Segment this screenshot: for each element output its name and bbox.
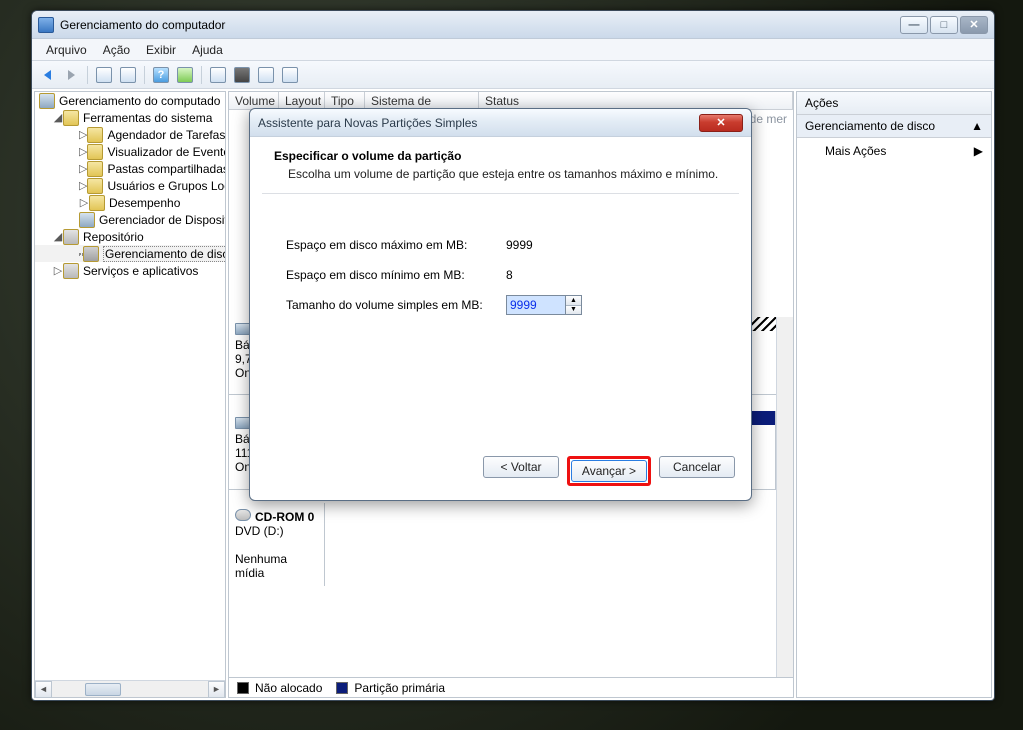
actions-pane: Ações Gerenciamento de disco▲ Mais Ações… [796,91,992,698]
users-icon [87,178,103,194]
tb-help-icon[interactable]: ? [150,64,172,86]
submenu-arrow-icon: ▶ [974,144,983,158]
col-layout[interactable]: Layout [279,92,325,109]
tree-scheduler[interactable]: Agendador de Tarefas [107,128,225,142]
tb-console-icon[interactable] [93,64,115,86]
legend-primary: Partição primária [354,681,445,695]
nav-back-button[interactable] [36,64,58,86]
actions-more[interactable]: Mais Ações▶ [797,138,991,164]
tb-view3-icon[interactable] [255,64,277,86]
performance-icon [89,195,105,211]
tree-pane[interactable]: Gerenciamento do computado ◢ Ferramentas … [34,91,226,698]
actions-section[interactable]: Gerenciamento de disco▲ [797,115,991,138]
menu-ajuda[interactable]: Ajuda [184,41,231,59]
legend-unallocated: Não alocado [255,681,322,695]
close-button[interactable]: ✕ [960,16,988,34]
devicemgr-icon [79,212,95,228]
spinner-up-icon[interactable]: ▲ [566,296,581,306]
max-space-value: 9999 [506,238,533,252]
scheduler-icon [87,127,103,143]
scroll-thumb[interactable] [85,683,121,696]
min-space-label: Espaço em disco mínimo em MB: [286,268,506,282]
expand-icon[interactable]: ▷ [79,145,87,158]
cdrom-empty[interactable] [325,503,776,586]
col-tipo[interactable]: Tipo [325,92,365,109]
tb-view4-icon[interactable] [279,64,301,86]
diskmgmt-icon [83,246,99,262]
col-fs[interactable]: Sistema de arquivos [365,92,479,109]
minimize-button[interactable]: — [900,16,928,34]
expand-icon[interactable]: ▷ [79,162,87,175]
eventviewer-icon [87,144,103,160]
spinner-down-icon[interactable]: ▼ [566,306,581,315]
expand-icon[interactable]: ▷ [79,196,89,209]
tree-root[interactable]: Gerenciamento do computado [59,94,220,108]
expand-icon[interactable]: ▷ [53,264,63,277]
tb-refresh-icon[interactable] [174,64,196,86]
dialog-heading: Especificar o volume da partição [274,149,461,163]
tree-users[interactable]: Usuários e Grupos Loca [107,179,226,193]
toolbar: ? [32,61,994,89]
menu-exibir[interactable]: Exibir [138,41,184,59]
tb-view1-icon[interactable] [207,64,229,86]
legend-primary-swatch [336,682,348,694]
tree-system-tools[interactable]: Ferramentas do sistema [83,111,212,125]
tb-properties-icon[interactable] [117,64,139,86]
next-button-highlight: Avançar > [567,456,651,486]
menu-arquivo[interactable]: Arquivo [38,41,95,59]
cancel-button[interactable]: Cancelar [659,456,735,478]
computer-icon [39,93,55,109]
tree-sharedfolders[interactable]: Pastas compartilhadas [107,162,226,176]
volume-size-input[interactable] [506,295,566,315]
wizard-dialog: Assistente para Novas Partições Simples … [249,108,752,501]
nav-forward-button[interactable] [60,64,82,86]
actions-title: Ações [797,92,991,115]
sharedfolders-icon [87,161,103,177]
tree-storage[interactable]: Repositório [83,230,144,244]
storage-icon [63,229,79,245]
menu-acao[interactable]: Ação [95,41,138,59]
scroll-left-icon[interactable]: ◄ [35,681,52,698]
dialog-close-button[interactable]: ✕ [699,114,743,132]
tree-horizontal-scrollbar[interactable]: ◄ ► [35,680,225,697]
max-space-label: Espaço em disco máximo em MB: [286,238,506,252]
collapse-icon[interactable]: ◢ [53,230,63,243]
next-button[interactable]: Avançar > [571,460,647,482]
dialog-subheading: Escolha um volume de partição que esteja… [274,167,727,181]
expand-icon[interactable]: ▷ [79,128,87,141]
legend-unallocated-swatch [237,682,249,694]
col-volume[interactable]: Volume [229,92,279,109]
tree-services[interactable]: Serviços e aplicativos [83,264,198,278]
spinner-buttons[interactable]: ▲ ▼ [566,295,582,315]
menubar: Arquivo Ação Exibir Ajuda [32,39,994,61]
tb-view2-icon[interactable] [231,64,253,86]
dialog-titlebar[interactable]: Assistente para Novas Partições Simples … [250,109,751,137]
back-button[interactable]: < Voltar [483,456,559,478]
app-icon [38,17,54,33]
services-icon [63,263,79,279]
maximize-button[interactable]: □ [930,16,958,34]
collapse-icon[interactable]: ◢ [53,111,63,124]
dialog-title: Assistente para Novas Partições Simples [258,116,477,130]
titlebar[interactable]: Gerenciamento do computador — □ ✕ [32,11,994,39]
volume-size-label: Tamanho do volume simples em MB: [286,298,506,312]
expand-icon[interactable]: ▷ [79,179,87,192]
min-space-value: 8 [506,268,513,282]
tree-devicemgr[interactable]: Gerenciador de Disposit [99,213,226,227]
disk-vertical-scrollbar[interactable] [776,317,793,677]
cdrom-icon [235,509,251,521]
cdrom-header[interactable]: CD-ROM 0 DVD (D:) Nenhuma mídia [229,503,325,586]
tree-performance[interactable]: Desempenho [109,196,180,210]
scroll-right-icon[interactable]: ► [208,681,225,698]
tree-eventviewer[interactable]: Visualizador de Eventos [107,145,226,159]
tree-diskmgmt[interactable]: Gerenciamento de disco [103,246,226,262]
col-status[interactable]: Status [479,92,793,109]
window-title: Gerenciamento do computador [60,18,898,32]
tools-icon [63,110,79,126]
collapse-caret-icon: ▲ [971,119,983,133]
